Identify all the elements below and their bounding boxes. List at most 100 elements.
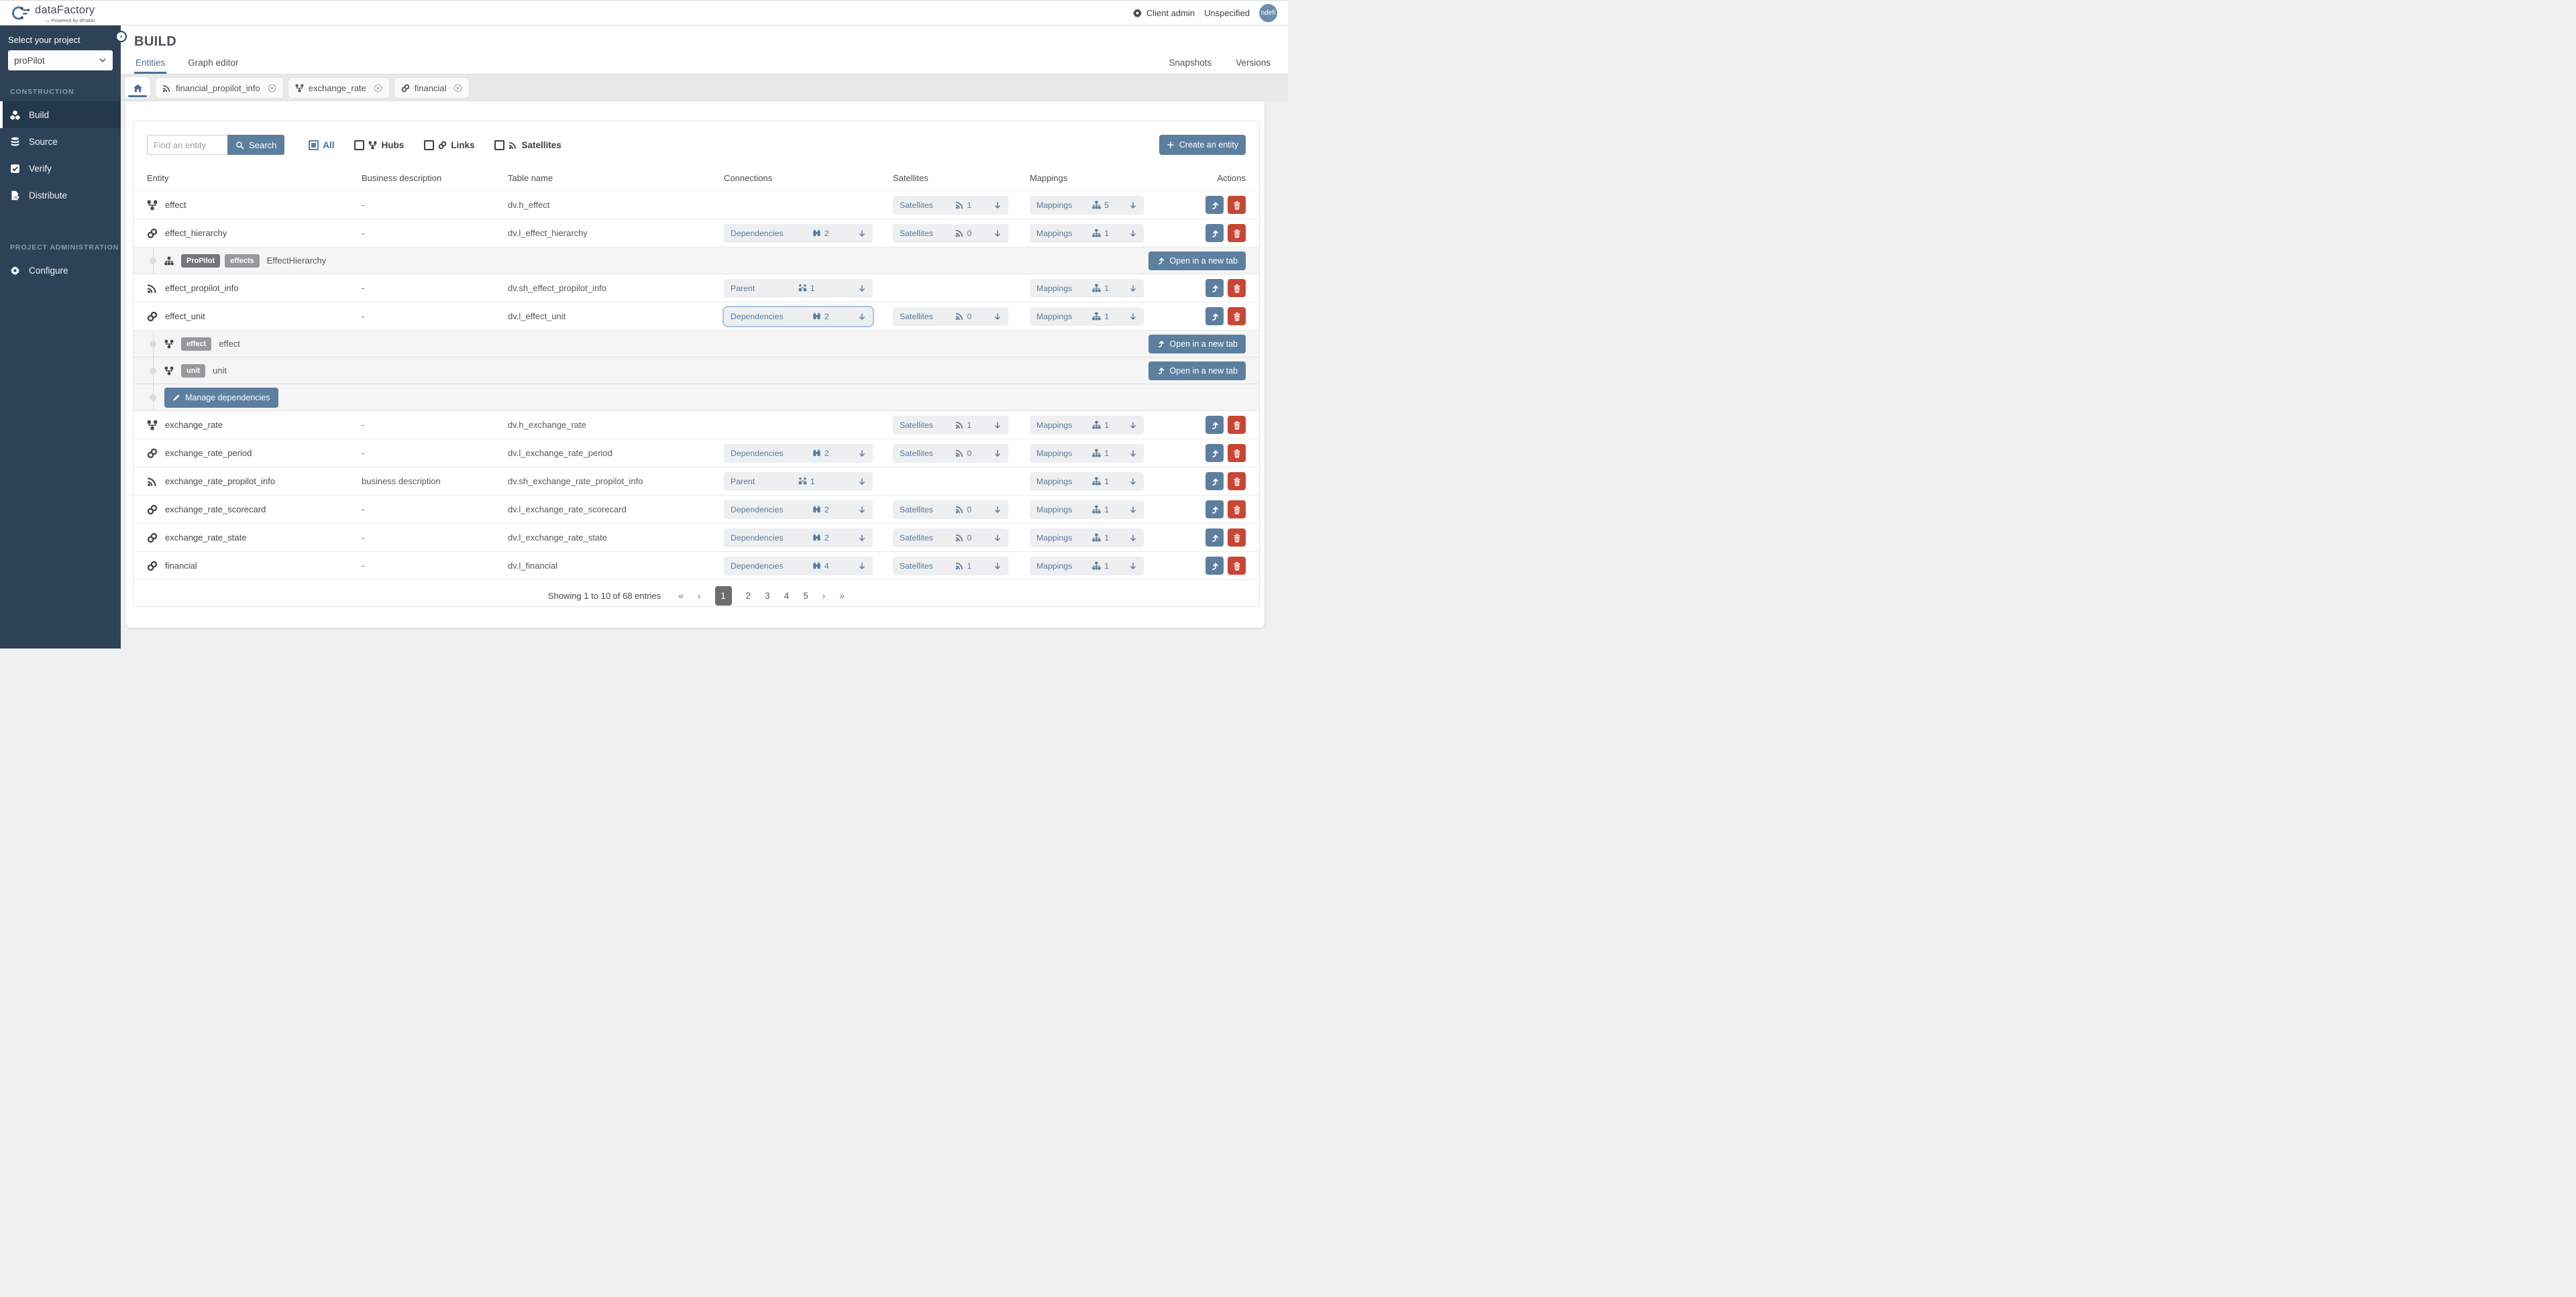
page-3[interactable]: 3 [765, 591, 770, 601]
client-admin-menu[interactable]: Client admin [1132, 8, 1195, 18]
entity-tab-financial-propilot-info[interactable]: financial_propilot_info [156, 78, 283, 98]
satellites-chip[interactable]: Satellites1 [893, 557, 1008, 575]
entity-name[interactable]: effect_unit [165, 311, 205, 321]
open-entity-button[interactable] [1205, 196, 1224, 214]
entity-name[interactable]: effect_hierarchy [165, 228, 227, 238]
connections-chip[interactable]: Dependencies4 [724, 557, 873, 575]
link-versions[interactable]: Versions [1236, 58, 1271, 74]
delete-entity-button[interactable] [1228, 416, 1246, 434]
mappings-chip[interactable]: Mappings1 [1030, 224, 1144, 243]
entity-name[interactable]: exchange_rate [165, 420, 223, 430]
sidebar-item-distribute[interactable]: Distribute [0, 182, 121, 209]
connections-chip[interactable]: Parent1 [724, 472, 873, 491]
filter-hubs[interactable]: Hubs [354, 140, 404, 150]
page-5[interactable]: 5 [803, 591, 808, 601]
page-1[interactable]: 1 [715, 586, 732, 606]
open-entity-button[interactable] [1205, 307, 1224, 325]
filter-links[interactable]: Links [424, 140, 474, 150]
close-icon[interactable] [374, 84, 382, 93]
entity-name[interactable]: exchange_rate_period [165, 448, 252, 458]
home-tab[interactable] [125, 77, 150, 99]
sidebar-collapse-button[interactable]: ‹ [115, 31, 127, 42]
entity-tab-financial[interactable]: financial [394, 78, 470, 98]
delete-entity-button[interactable] [1228, 224, 1246, 242]
delete-entity-button[interactable] [1228, 279, 1246, 297]
sidebar-item-source[interactable]: Source [0, 128, 121, 155]
search-input[interactable] [147, 135, 227, 155]
entity-name[interactable]: effect_propilot_info [165, 283, 239, 293]
filter-all[interactable]: All [309, 140, 334, 150]
entity-name[interactable]: financial [165, 561, 197, 571]
open-entity-button[interactable] [1205, 472, 1224, 490]
satellites-chip[interactable]: Satellites0 [893, 444, 1008, 463]
dependency-entity-name[interactable]: unit [213, 365, 227, 376]
mappings-chip[interactable]: Mappings1 [1030, 500, 1144, 519]
delete-entity-button[interactable] [1228, 196, 1246, 214]
mappings-chip[interactable]: Mappings1 [1030, 528, 1144, 547]
open-in-new-tab-button[interactable]: Open in a new tab [1148, 251, 1246, 270]
delete-entity-button[interactable] [1228, 307, 1246, 325]
connections-chip[interactable]: Dependencies2 [724, 444, 873, 463]
project-select[interactable]: proPilot [8, 50, 113, 70]
filter-satellites[interactable]: Satellites [494, 140, 561, 150]
satellites-chip[interactable]: Satellites0 [893, 307, 1008, 326]
mappings-chip[interactable]: Mappings1 [1030, 444, 1144, 463]
tab-entities[interactable]: Entities [134, 55, 166, 74]
open-in-new-tab-button[interactable]: Open in a new tab [1148, 335, 1246, 353]
open-entity-button[interactable] [1205, 528, 1224, 547]
satellites-chip[interactable]: Satellites1 [893, 416, 1008, 435]
open-entity-button[interactable] [1205, 279, 1224, 297]
satellites-chip[interactable]: Satellites0 [893, 224, 1008, 243]
close-icon[interactable] [453, 84, 462, 93]
page-nav-arrow[interactable]: « [678, 590, 684, 601]
page-nav-arrow[interactable]: » [839, 590, 845, 601]
delete-entity-button[interactable] [1228, 528, 1246, 547]
page-nav-arrow[interactable]: › [822, 590, 826, 601]
manage-dependencies-button[interactable]: Manage dependencies [164, 388, 278, 408]
mappings-chip[interactable]: Mappings1 [1030, 557, 1144, 575]
connections-chip[interactable]: Dependencies2 [724, 307, 873, 326]
create-entity-button[interactable]: Create an entity [1159, 135, 1246, 155]
link-snapshots[interactable]: Snapshots [1169, 58, 1212, 74]
sidebar-item-build[interactable]: Build [0, 101, 121, 128]
delete-entity-button[interactable] [1228, 500, 1246, 518]
mappings-chip[interactable]: Mappings1 [1030, 416, 1144, 435]
mappings-chip[interactable]: Mappings1 [1030, 472, 1144, 491]
mappings-chip[interactable]: Mappings1 [1030, 279, 1144, 298]
avatar[interactable]: ndefi [1259, 4, 1277, 22]
page-2[interactable]: 2 [746, 591, 751, 601]
sidebar-item-verify[interactable]: Verify [0, 155, 121, 182]
open-entity-button[interactable] [1205, 500, 1224, 518]
dependency-entity-name[interactable]: EffectHierarchy [267, 256, 327, 266]
tab-graph-editor[interactable]: Graph editor [186, 55, 239, 74]
connections-chip[interactable]: Dependencies2 [724, 500, 873, 519]
satellites-chip[interactable]: Satellites1 [893, 196, 1008, 215]
entity-name[interactable]: exchange_rate_scorecard [165, 504, 266, 514]
sidebar-item-configure[interactable]: Configure [0, 257, 121, 284]
delete-entity-button[interactable] [1228, 472, 1246, 490]
open-in-new-tab-button[interactable]: Open in a new tab [1148, 361, 1246, 380]
close-icon[interactable] [268, 84, 276, 93]
entity-name[interactable]: exchange_rate_propilot_info [165, 476, 275, 486]
satellites-chip[interactable]: Satellites0 [893, 528, 1008, 547]
satellites-chip[interactable]: Satellites0 [893, 500, 1008, 519]
delete-entity-button[interactable] [1228, 557, 1246, 575]
open-entity-button[interactable] [1205, 444, 1224, 462]
open-entity-button[interactable] [1205, 416, 1224, 434]
connections-chip[interactable]: Dependencies2 [724, 224, 873, 243]
page-nav-arrow[interactable]: ‹ [698, 590, 701, 601]
entity-tab-exchange-rate[interactable]: exchange_rate [288, 78, 389, 98]
connections-chip[interactable]: Dependencies2 [724, 528, 873, 547]
mappings-chip[interactable]: Mappings1 [1030, 307, 1144, 326]
search-button[interactable]: Search [227, 135, 284, 155]
org-label[interactable]: Unspecified [1204, 8, 1250, 18]
entity-name[interactable]: effect [165, 200, 186, 210]
entity-name[interactable]: exchange_rate_state [165, 532, 246, 543]
delete-entity-button[interactable] [1228, 444, 1246, 462]
connections-chip[interactable]: Parent1 [724, 279, 873, 298]
open-entity-button[interactable] [1205, 224, 1224, 242]
page-4[interactable]: 4 [784, 591, 790, 601]
mappings-chip[interactable]: Mappings5 [1030, 196, 1144, 215]
dependency-entity-name[interactable]: effect [219, 339, 240, 349]
open-entity-button[interactable] [1205, 557, 1224, 575]
